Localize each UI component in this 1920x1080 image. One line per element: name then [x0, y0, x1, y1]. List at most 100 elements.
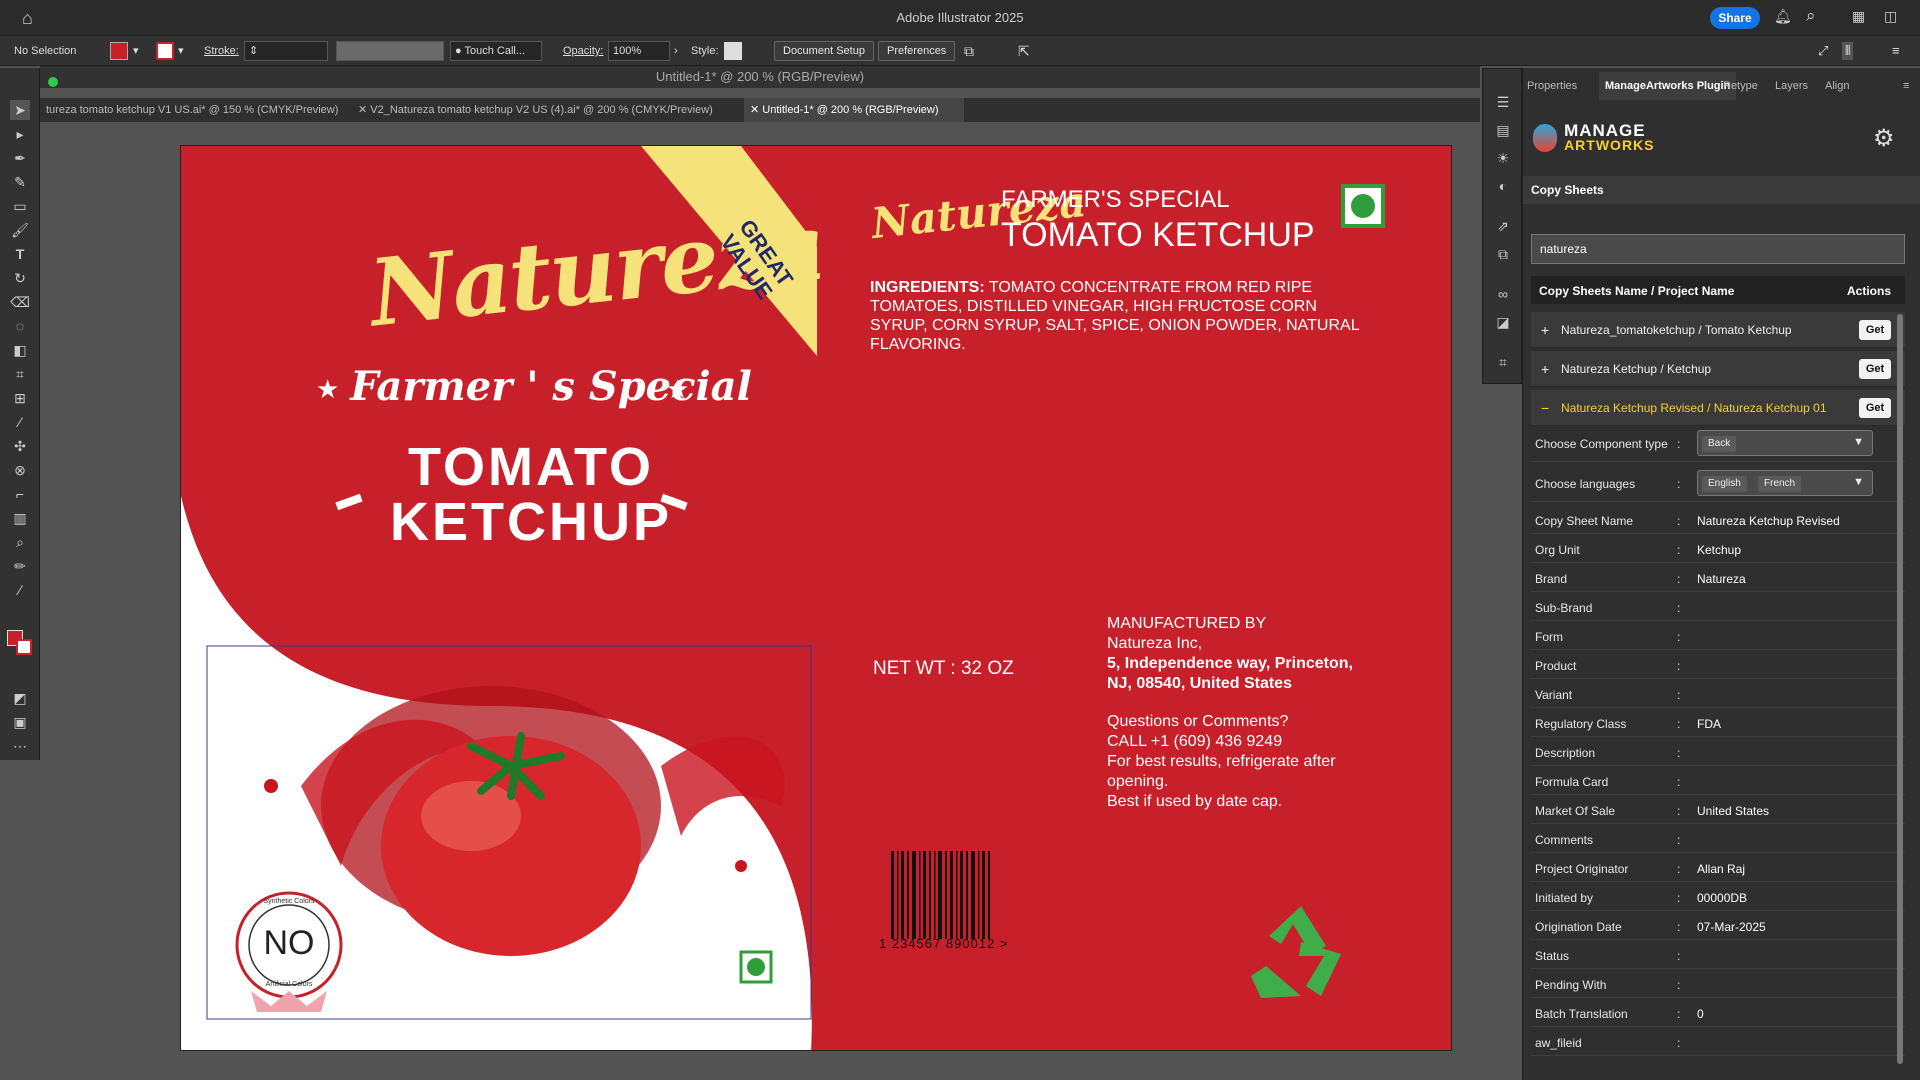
get-button[interactable]: Get [1859, 398, 1891, 418]
component-type-select[interactable]: Back ▼ [1697, 430, 1873, 456]
type-tool-icon[interactable]: T [10, 244, 30, 264]
stroke-chevron-down-icon[interactable]: ▾ [178, 42, 184, 60]
tab-align[interactable]: Align [1825, 80, 1849, 92]
tab-document-2[interactable]: ✕ V2_Natureza tomato ketchup V2 US (4).a… [352, 98, 742, 122]
fill-chevron-down-icon[interactable]: ▾ [133, 42, 139, 60]
expand-icon[interactable]: + [1541, 322, 1549, 338]
preferences-button[interactable]: Preferences [878, 41, 956, 61]
pathfinder-icon[interactable]: ◪ [1494, 313, 1512, 331]
rectangle-tool-icon[interactable]: ▭ [10, 196, 30, 216]
component-type-label: Choose Component type [1535, 437, 1668, 451]
fill-swatch[interactable] [110, 42, 128, 60]
more-tools-icon[interactable]: ⋯ [10, 736, 30, 756]
color-icon[interactable]: ◐ [1494, 177, 1512, 195]
field-colon: : [1677, 601, 1681, 615]
quick-actions-icon[interactable]: ⇱ [1018, 42, 1030, 60]
sheet-row-1[interactable]: + Natureza_tomatoketchup / Tomato Ketchu… [1531, 312, 1905, 348]
gradient-tool-icon[interactable]: ◧ [10, 340, 30, 360]
language-chip[interactable]: French [1758, 476, 1802, 492]
links-icon[interactable]: ∞ [1494, 285, 1512, 303]
col-name-header: Copy Sheets Name / Project Name [1539, 284, 1735, 298]
tab-manageartworks[interactable]: ManageArtworks Plugin [1599, 72, 1737, 100]
panel-toggle-icon[interactable]: ◫ [1884, 8, 1897, 25]
menu-list-icon[interactable]: ≡ [1892, 42, 1900, 60]
sheet-row-2[interactable]: + Natureza Ketchup / Ketchup Get [1531, 351, 1905, 387]
collapse-icon[interactable]: − [1541, 400, 1549, 416]
search-icon[interactable]: ⌕ [1806, 6, 1816, 26]
mesh-tool-icon[interactable]: ⌗ [10, 364, 30, 384]
variable-width-profile[interactable] [336, 41, 444, 61]
brush-definition[interactable]: ● Touch Call... [450, 41, 542, 61]
stroke-color-swatch[interactable] [16, 639, 32, 655]
opacity-arrow-icon[interactable]: › [674, 42, 678, 60]
stroke-label: Stroke: [204, 45, 239, 57]
panel-menu-icon[interactable]: ≡ [1903, 80, 1909, 92]
eraser-tool-icon[interactable]: ⌫ [10, 292, 30, 312]
shape-builder-tool-icon[interactable]: ✣ [10, 436, 30, 456]
artboards-icon[interactable]: ⧉ [1494, 245, 1512, 263]
appearance-icon[interactable]: ☀ [1494, 149, 1512, 167]
search-input[interactable] [1531, 234, 1905, 264]
pencil-tool-icon[interactable]: ✏ [10, 556, 30, 576]
selection-status: No Selection [14, 45, 77, 57]
expand-icon[interactable]: + [1541, 361, 1549, 377]
paintbrush-tool-icon[interactable]: 🖌︎ [10, 220, 30, 240]
draw-mode-icon[interactable]: ◩ [10, 688, 30, 708]
export-icon[interactable]: ⇗ [1494, 217, 1512, 235]
artboard-tool-icon[interactable]: ⊞ [10, 388, 30, 408]
ingredients-label: INGREDIENTS: [870, 279, 985, 296]
stroke-weight-input[interactable]: ⇕ [244, 41, 328, 61]
chart-tool-icon[interactable]: ▥ [10, 508, 30, 528]
field-row: aw_fileid: [1531, 1028, 1905, 1056]
tab-document-3[interactable]: ✕ Untitled-1* @ 200 % (RGB/Preview) [744, 98, 964, 122]
curvature-tool-icon[interactable]: ✎ [10, 172, 30, 192]
zoom-tool-icon[interactable]: ⌕ [10, 532, 30, 552]
tab-retype[interactable]: Retype [1723, 80, 1758, 92]
workspace-icon[interactable]: ▦ [1852, 8, 1865, 25]
eyedropper-tool-icon[interactable]: ⁄ [10, 412, 30, 432]
tab-layers[interactable]: Layers [1775, 80, 1808, 92]
blend-tool-icon[interactable]: ⊗ [10, 460, 30, 480]
app-title: Adobe Illustrator 2025 [896, 10, 1024, 25]
rotate-tool-icon[interactable]: ↻ [10, 268, 30, 288]
lasso-tool-icon[interactable]: ◌ [10, 316, 30, 336]
align-icon[interactable]: ⫴ [1842, 42, 1854, 60]
stroke-swatch[interactable] [156, 42, 174, 60]
menu-icon[interactable]: ☰ [1494, 93, 1512, 111]
crop-tool-icon[interactable]: ⌐ [10, 484, 30, 504]
tab-properties[interactable]: Properties [1527, 80, 1577, 92]
share-button[interactable]: Share [1710, 7, 1760, 29]
get-button[interactable]: Get [1859, 320, 1891, 340]
language-chip[interactable]: English [1702, 476, 1747, 492]
product-name-line1: TOMATO [408, 437, 654, 497]
artboard[interactable]: Natureza Farmer ' s Special ★ ★ TOMATO K… [180, 145, 1452, 1051]
panel-scrollbar[interactable] [1897, 314, 1903, 1064]
user-settings-icon[interactable]: ⚙ [1873, 124, 1895, 153]
document-setup-button[interactable]: Document Setup [774, 41, 874, 61]
field-value: Natureza [1697, 572, 1746, 586]
logo-mark-icon [1533, 124, 1557, 152]
tab-document-1[interactable]: tureza tomato ketchup V1 US.ai* @ 150 % … [40, 98, 350, 122]
arrange-icon[interactable]: ⧉ [964, 42, 974, 60]
direct-selection-tool-icon[interactable]: ▸ [10, 124, 30, 144]
right-panel: Properties ManageArtworks Plugin Retype … [1522, 68, 1920, 1080]
no-badge-text: NO [263, 924, 315, 962]
screen-mode-icon[interactable]: ▣ [10, 712, 30, 732]
sheet-row-3[interactable]: − Natureza Ketchup Revised / Natureza Ke… [1531, 390, 1905, 426]
field-row: Variant: [1531, 680, 1905, 708]
get-button[interactable]: Get [1859, 359, 1891, 379]
panel-icon-strip: ☰ ▤ ☀ ◐ ⇗ ⧉ ∞ ◪ ⌗ [1482, 68, 1522, 384]
style-swatch[interactable] [724, 42, 742, 60]
languages-select[interactable]: English French ▼ [1697, 470, 1873, 496]
pen-tool-icon[interactable]: ✒ [10, 148, 30, 168]
toggle-panels-icon[interactable]: ⤢ [1818, 42, 1828, 60]
opacity-input[interactable]: 100% [608, 41, 670, 61]
gradient-panel-icon[interactable]: ▤ [1494, 121, 1512, 139]
selection-tool-icon[interactable]: ➤ [10, 100, 30, 120]
notifications-icon[interactable]: 🔔︎ [1774, 8, 1792, 25]
col-actions-header: Actions [1846, 284, 1891, 298]
transform-icon[interactable]: ⌗ [1494, 353, 1512, 371]
component-type-row: Choose Component type : Back ▼ [1531, 426, 1905, 462]
knife-tool-icon[interactable]: ∕ [10, 580, 30, 600]
field-value: United States [1697, 804, 1770, 818]
